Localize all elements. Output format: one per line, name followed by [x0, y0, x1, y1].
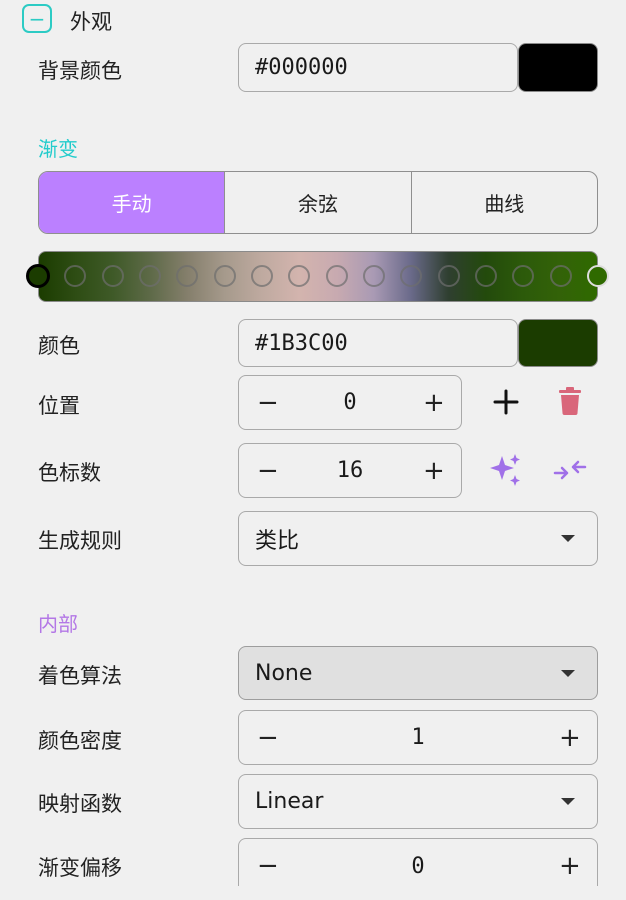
- stop-count-value[interactable]: 16: [337, 458, 364, 483]
- color-label: 颜色: [38, 334, 80, 358]
- gradient-stop-handle[interactable]: [549, 265, 572, 287]
- stop-count-increment-button[interactable]: +: [423, 458, 445, 484]
- offset-stepper: − 0 +: [238, 838, 598, 893]
- rule-select[interactable]: 类比: [238, 511, 598, 566]
- gradient-stop-handle[interactable]: [139, 265, 161, 287]
- gradient-stop-handle[interactable]: [26, 264, 50, 288]
- offset-increment-button[interactable]: +: [559, 853, 581, 879]
- gradient-stop-handle[interactable]: [363, 265, 385, 287]
- position-value[interactable]: 0: [343, 390, 356, 415]
- interior-section-title: 内部: [38, 612, 78, 636]
- bg-color-label: 背景颜色: [38, 59, 122, 83]
- density-increment-button[interactable]: +: [559, 725, 581, 751]
- chevron-down-icon: [561, 798, 575, 805]
- stop-count-label: 色标数: [38, 461, 101, 485]
- position-label: 位置: [38, 394, 80, 418]
- appearance-title: 外观: [70, 10, 112, 34]
- coloring-select[interactable]: None: [238, 646, 598, 700]
- density-label: 颜色密度: [38, 729, 122, 753]
- bg-color-value: #000000: [255, 55, 348, 80]
- coloring-value: None: [255, 660, 313, 686]
- gradient-stop-handle[interactable]: [475, 265, 497, 287]
- collapse-icon: −: [28, 6, 46, 31]
- mapping-value: Linear: [255, 789, 324, 814]
- density-decrement-button[interactable]: −: [257, 725, 279, 751]
- bg-color-input[interactable]: #000000: [238, 43, 518, 92]
- offset-label: 渐变偏移: [38, 856, 122, 880]
- stop-color-value: #1B3C00: [255, 330, 348, 356]
- offset-decrement-button[interactable]: −: [257, 853, 279, 879]
- coloring-label: 着色算法: [38, 664, 122, 688]
- offset-value[interactable]: 0: [411, 854, 424, 879]
- position-stepper: − 0 +: [238, 375, 462, 430]
- collapse-appearance-button[interactable]: −: [22, 4, 52, 33]
- delete-stop-icon[interactable]: [558, 387, 582, 415]
- bg-color-swatch[interactable]: [518, 43, 598, 92]
- add-stop-icon[interactable]: [493, 389, 519, 415]
- tab-cosine[interactable]: 余弦: [225, 172, 412, 233]
- gradient-stop-handle[interactable]: [251, 265, 273, 287]
- stop-count-stepper: − 16 +: [238, 443, 462, 498]
- chevron-down-icon: [561, 535, 575, 542]
- density-stepper: − 1 +: [238, 710, 598, 765]
- stop-color-input[interactable]: #1B3C00: [238, 319, 518, 367]
- position-increment-button[interactable]: +: [423, 390, 445, 416]
- density-value[interactable]: 1: [411, 725, 424, 750]
- gradient-stop-handle[interactable]: [101, 265, 124, 287]
- compress-arrows-icon[interactable]: [553, 456, 587, 484]
- gradient-stop-handle[interactable]: [325, 265, 348, 287]
- stop-count-decrement-button[interactable]: −: [257, 458, 279, 484]
- gradient-section-title: 渐变: [38, 137, 78, 161]
- chevron-down-icon: [561, 669, 575, 677]
- scroll-clip: [0, 886, 626, 900]
- tab-manual[interactable]: 手动: [39, 172, 226, 233]
- rule-value: 类比: [255, 528, 300, 554]
- gradient-mode-tabs: 手动 余弦 曲线: [38, 171, 598, 234]
- gradient-stop-handle[interactable]: [587, 265, 609, 287]
- mapping-select[interactable]: Linear: [238, 774, 598, 829]
- gradient-stop-handle[interactable]: [213, 265, 236, 287]
- rule-label: 生成规则: [38, 529, 122, 553]
- gradient-stop-handle[interactable]: [437, 265, 460, 287]
- sparkle-generate-icon[interactable]: [488, 452, 524, 488]
- mapping-label: 映射函数: [38, 792, 122, 816]
- stop-color-swatch[interactable]: [518, 319, 598, 367]
- tab-curve[interactable]: 曲线: [412, 172, 597, 233]
- position-decrement-button[interactable]: −: [257, 390, 279, 416]
